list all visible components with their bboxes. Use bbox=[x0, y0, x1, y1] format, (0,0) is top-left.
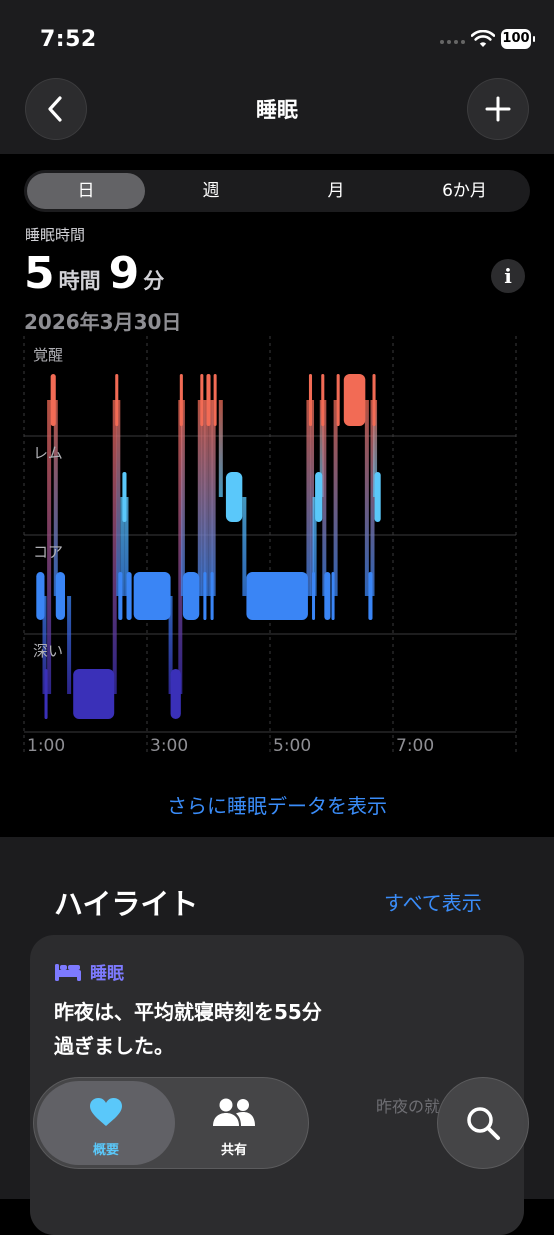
sleep-stage-bar-rem bbox=[315, 472, 323, 522]
card-category-label: 睡眠 bbox=[90, 964, 124, 984]
sleep-hours: 5 bbox=[24, 248, 55, 299]
card-category: 睡眠 bbox=[54, 959, 124, 984]
stage-transition bbox=[116, 400, 121, 596]
time-range-segmented-control: 日 週 月 6か月 bbox=[24, 170, 530, 212]
people-icon bbox=[165, 1097, 303, 1127]
sleep-stage-bar-rem bbox=[225, 472, 243, 522]
stage-transition bbox=[242, 497, 247, 596]
card-message-line: 昨夜は、平均就寝時刻を55分 bbox=[54, 1000, 322, 1024]
sleep-stage-bar-core bbox=[368, 572, 373, 620]
sleep-stage-bar-core bbox=[203, 572, 207, 620]
tab-summary[interactable]: 概要 bbox=[37, 1081, 175, 1165]
x-tick-label: 1:00 bbox=[27, 736, 65, 756]
sleep-stage-bar-awake bbox=[200, 374, 204, 426]
card-subtitle: 昨夜の就 bbox=[376, 1097, 441, 1116]
x-tick-label: 5:00 bbox=[273, 736, 311, 756]
search-icon bbox=[467, 1107, 500, 1140]
stage-transition bbox=[211, 400, 216, 596]
status-bar: 7:52 100 bbox=[0, 0, 554, 76]
card-message-line: 過ぎました。 bbox=[54, 1034, 174, 1058]
sleep-stage-bar-deep bbox=[170, 669, 181, 719]
cellular-signal-icon bbox=[440, 40, 465, 44]
sleep-stage-bar-core bbox=[126, 572, 132, 620]
tab-bar: 概要 共有 bbox=[33, 1077, 309, 1169]
info-icon: i bbox=[504, 264, 512, 288]
sleep-stage-bar-awake bbox=[321, 374, 325, 426]
status-time: 7:52 bbox=[40, 27, 97, 52]
metric-date: 2026年3月30日 bbox=[24, 310, 182, 334]
segment-week[interactable]: 週 bbox=[152, 173, 270, 209]
sleep-stage-bar-awake bbox=[336, 374, 340, 426]
sleep-stage-bar-core bbox=[331, 572, 335, 620]
stage-transition bbox=[53, 400, 58, 596]
sleep-stage-bar-core bbox=[210, 572, 214, 620]
stage-transition bbox=[67, 596, 72, 694]
sleep-stage-bar-core bbox=[182, 572, 200, 620]
sleep-stage-bar-awake bbox=[372, 374, 376, 426]
stage-transition bbox=[204, 400, 209, 596]
stage-transition bbox=[322, 400, 327, 596]
navigation-bar: 睡眠 bbox=[0, 76, 554, 154]
stage-transition bbox=[197, 400, 202, 596]
minutes-unit: 分 bbox=[143, 269, 165, 293]
search-button[interactable] bbox=[437, 1077, 529, 1169]
sleep-stage-bar-deep bbox=[44, 669, 48, 719]
stage-transition bbox=[112, 400, 117, 694]
tab-sharing[interactable]: 共有 bbox=[165, 1081, 303, 1165]
sleep-stage-bar-awake bbox=[179, 374, 183, 426]
sleep-stage-bar-core bbox=[55, 572, 65, 620]
sleep-stage-bar-core bbox=[118, 572, 123, 620]
x-tick-label: 7:00 bbox=[396, 736, 434, 756]
x-tick-label: 3:00 bbox=[150, 736, 188, 756]
sleep-stage-bar-core bbox=[324, 572, 331, 620]
sleep-stage-bar-awake bbox=[213, 374, 217, 426]
stage-transition bbox=[180, 400, 185, 596]
add-data-button[interactable] bbox=[467, 78, 529, 140]
stage-label-awake: 覚醒 bbox=[33, 346, 63, 364]
tab-summary-label: 概要 bbox=[92, 1143, 119, 1158]
stage-transition bbox=[364, 400, 369, 596]
sleep-stage-bar-awake bbox=[50, 374, 56, 426]
heart-icon bbox=[37, 1097, 175, 1127]
sleep-duration: 5 時間 9 分 bbox=[24, 248, 172, 299]
sleep-stage-bar-rem bbox=[122, 472, 127, 522]
segment-six-months[interactable]: 6か月 bbox=[402, 173, 527, 209]
battery-indicator: 100 bbox=[501, 29, 535, 49]
sleep-stage-bar-awake bbox=[343, 374, 366, 426]
hours-unit: 時間 bbox=[58, 269, 101, 293]
info-button[interactable]: i bbox=[491, 259, 525, 293]
sleep-stage-bar-awake bbox=[308, 374, 313, 426]
wifi-icon bbox=[471, 30, 495, 47]
show-all-link[interactable]: すべて表示 bbox=[384, 887, 482, 916]
sleep-stage-bar-deep bbox=[73, 669, 115, 719]
stage-transition bbox=[218, 400, 223, 497]
tab-sharing-label: 共有 bbox=[220, 1143, 247, 1158]
stage-label-deep: 深い bbox=[33, 642, 63, 660]
show-more-sleep-data-link[interactable]: さらに睡眠データを表示 bbox=[0, 790, 554, 819]
bed-icon bbox=[55, 963, 81, 981]
sleep-stage-bar-rem bbox=[374, 472, 381, 522]
sleep-stage-bar-awake bbox=[206, 374, 211, 426]
segment-day[interactable]: 日 bbox=[27, 173, 145, 209]
sleep-stages-chart: 覚醒 レム コア 深い 1:00 3:00 5:00 7:00 bbox=[23, 336, 517, 756]
sleep-stage-bar-core bbox=[312, 572, 316, 620]
plus-icon bbox=[485, 96, 511, 122]
sleep-stage-bar-core bbox=[133, 572, 171, 620]
segment-month[interactable]: 月 bbox=[277, 173, 395, 209]
stage-transition bbox=[333, 400, 338, 596]
metric-label: 睡眠時間 bbox=[25, 226, 86, 244]
sleep-stage-bar-core bbox=[36, 572, 45, 620]
sleep-stage-bar-core bbox=[246, 572, 308, 620]
stage-transition bbox=[306, 400, 311, 596]
stage-label-rem: レム bbox=[33, 444, 63, 462]
card-message: 昨夜は、平均就寝時刻を55分 過ぎました。 bbox=[54, 995, 474, 1063]
highlights-title: ハイライト bbox=[54, 887, 199, 921]
sleep-stage-bar-awake bbox=[115, 374, 119, 426]
sleep-minutes: 9 bbox=[108, 248, 140, 299]
stage-label-core: コア bbox=[33, 543, 63, 561]
